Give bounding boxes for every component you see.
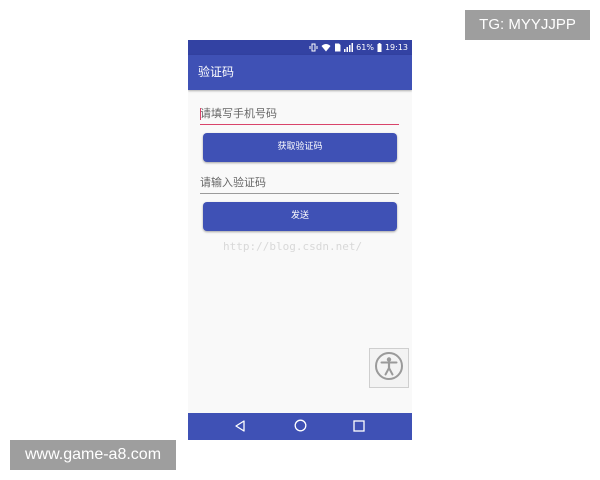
wifi-icon xyxy=(321,43,331,52)
home-icon xyxy=(294,417,307,436)
recents-icon xyxy=(353,417,365,436)
signal-icon xyxy=(344,43,354,52)
status-icons: 61% 19:13 xyxy=(309,40,408,55)
navigation-bar xyxy=(188,413,412,440)
sim-icon xyxy=(334,43,341,52)
battery-percent: 61% xyxy=(356,43,374,52)
status-time: 19:13 xyxy=(384,43,408,52)
phone-input[interactable]: 请填写手机号码 xyxy=(200,104,399,125)
code-input-placeholder: 请输入验证码 xyxy=(200,176,266,189)
recents-button[interactable] xyxy=(344,413,374,440)
battery-icon xyxy=(377,43,382,52)
website-badge: www.game-a8.com xyxy=(10,440,176,470)
vibrate-icon xyxy=(309,43,318,52)
send-button[interactable]: 发送 xyxy=(203,202,397,231)
text-cursor xyxy=(200,108,201,120)
blog-watermark: http://blog.csdn.net/ xyxy=(223,240,363,253)
status-bar: 61% 19:13 xyxy=(188,40,412,55)
back-button[interactable] xyxy=(225,413,255,440)
accessibility-button[interactable] xyxy=(369,348,409,388)
accessibility-icon xyxy=(374,351,404,385)
page-title: 验证码 xyxy=(198,65,235,79)
app-bar: 验证码 xyxy=(188,55,412,90)
get-code-button[interactable]: 获取验证码 xyxy=(203,133,397,162)
telegram-badge: TG: MYYJJPP xyxy=(465,10,590,40)
code-input[interactable]: 请输入验证码 xyxy=(200,173,399,194)
back-icon xyxy=(234,417,246,436)
home-button[interactable] xyxy=(285,413,315,440)
phone-screen: 61% 19:13 验证码 请填写手机号码 获取验证码 请输入验证码 发送 ht… xyxy=(188,40,412,440)
form-container: 请填写手机号码 获取验证码 请输入验证码 发送 http://blog.csdn… xyxy=(188,90,412,413)
phone-input-placeholder: 请填写手机号码 xyxy=(200,107,277,120)
